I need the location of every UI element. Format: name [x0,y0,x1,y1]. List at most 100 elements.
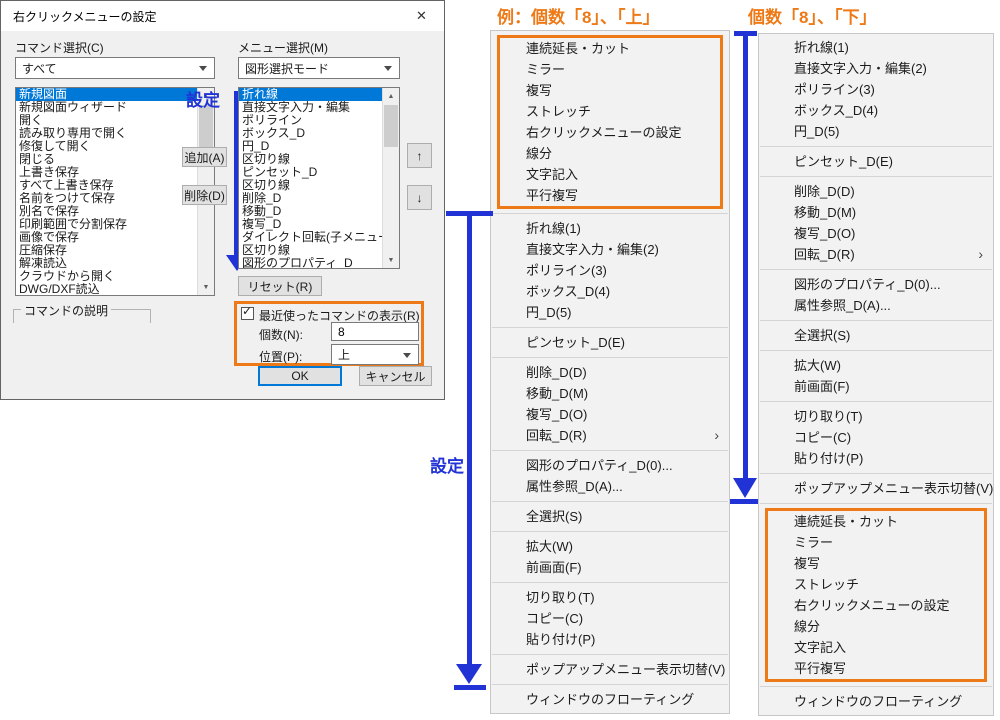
menu-item[interactable]: 直接文字入力・編集(2) [759,58,993,79]
menu-item[interactable]: 折れ線(1) [759,37,993,58]
menu-item[interactable]: ウィンドウのフローティング [491,689,729,710]
menu-item[interactable]: 移動_D(M) [759,202,993,223]
menu-item[interactable]: 円_D(5) [759,121,993,142]
menu-item[interactable]: ポップアップメニュー表示切替(V) [759,478,993,499]
menu-item[interactable]: ボックス_D(4) [491,281,729,302]
move-up-button[interactable]: ↑ [407,143,432,168]
menu-item[interactable]: ポリライン(3) [759,79,993,100]
scroll-down-icon[interactable]: ▼ [198,279,214,295]
scroll-down-icon[interactable]: ▼ [383,252,399,268]
list-item[interactable]: 削除_D [239,192,399,205]
menu-item[interactable]: 削除_D(D) [491,362,729,383]
menu-item[interactable]: 貼り付け(P) [759,448,993,469]
add-button[interactable]: 追加(A) [182,147,227,167]
menu-item[interactable]: 複写 [500,80,720,101]
scroll-up-icon[interactable]: ▲ [383,88,399,104]
list-item[interactable]: 読み取り専用で開く [16,127,214,140]
menu-item[interactable]: 右クリックメニューの設定 [500,122,720,143]
menu-item[interactable]: コピー(C) [491,608,729,629]
list-item[interactable]: 圧縮保存 [16,244,214,257]
list-item[interactable]: 図形のプロパティ_D [239,257,399,269]
list-item[interactable]: 区切り線 [239,153,399,166]
list-item[interactable]: 折れ線 [239,88,399,101]
list-item[interactable]: 別名で保存 [16,205,214,218]
menu-item[interactable]: 連続延長・カット [500,38,720,59]
menu-item[interactable]: ポップアップメニュー表示切替(V) [491,659,729,680]
menu-item[interactable]: 切り取り(T) [491,587,729,608]
list-item[interactable]: 直接文字入力・編集 [239,101,399,114]
menu-item[interactable]: 全選択(S) [491,506,729,527]
cancel-button[interactable]: キャンセル [359,366,432,386]
menu-item[interactable]: 複写 [768,553,984,574]
list-item[interactable]: 画像で保存 [16,231,214,244]
menu-item[interactable]: ボックス_D(4) [759,100,993,121]
menu-item[interactable]: 切り取り(T) [759,406,993,427]
menu-item[interactable]: 平行複写 [500,185,720,206]
list-item[interactable]: 円_D [239,140,399,153]
list-item[interactable]: 新規図面 [16,88,214,101]
delete-button[interactable]: 削除(D) [182,185,227,205]
menu-item[interactable]: 回転_D(R)› [491,425,729,446]
scrollbar-thumb[interactable] [199,105,213,153]
menu-item[interactable]: ミラー [500,59,720,80]
list-item[interactable]: 区切り線 [239,179,399,192]
menu-item[interactable]: 拡大(W) [759,355,993,376]
menu-item[interactable]: 図形のプロパティ_D(0)... [491,455,729,476]
menu-item[interactable]: 文字記入 [768,637,984,658]
menu-item[interactable]: 線分 [768,616,984,637]
menu-item[interactable]: ピンセット_D(E) [759,151,993,172]
menu-item[interactable]: ピンセット_D(E) [491,332,729,353]
list-item[interactable]: 移動_D [239,205,399,218]
list-item[interactable]: クラウドから開く [16,270,214,283]
menu-item[interactable]: ストレッチ [768,574,984,595]
menu-item[interactable]: 右クリックメニューの設定 [768,595,984,616]
menu-item[interactable]: 線分 [500,143,720,164]
list-item[interactable]: 上書き保存 [16,166,214,179]
menu-item[interactable]: 円_D(5) [491,302,729,323]
list-item[interactable]: DWG/DXF読込 [16,283,214,296]
list-item[interactable]: ピンセット_D [239,166,399,179]
list-item[interactable]: 新規図面ウィザード [16,101,214,114]
menu-item[interactable]: 属性参照_D(A)... [759,295,993,316]
reset-button[interactable]: リセット(R) [238,276,322,296]
menu-item[interactable]: 全選択(S) [759,325,993,346]
count-input[interactable] [331,322,419,341]
menu-item[interactable]: 前画面(F) [759,376,993,397]
list-item[interactable]: ダイレクト回転(子メニュー) [239,231,399,244]
menu-item[interactable]: ポリライン(3) [491,260,729,281]
menu-item[interactable]: 拡大(W) [491,536,729,557]
menu-listbox[interactable]: ▲ ▼ 折れ線直接文字入力・編集ポリラインボックス_D円_D区切り線ピンセット_… [238,87,400,269]
menu-select-dropdown[interactable]: 図形選択モード [238,57,400,79]
scrollbar[interactable]: ▲ ▼ [382,88,399,268]
list-item[interactable]: 解凍読込 [16,257,214,270]
menu-item[interactable]: 図形のプロパティ_D(0)... [759,274,993,295]
list-item[interactable]: 開く [16,114,214,127]
menu-item[interactable]: ウィンドウのフローティング [759,691,993,712]
menu-item[interactable]: 前画面(F) [491,557,729,578]
menu-item[interactable]: 折れ線(1) [491,218,729,239]
menu-item[interactable]: コピー(C) [759,427,993,448]
scrollbar-thumb[interactable] [384,105,398,147]
move-down-button[interactable]: ↓ [407,185,432,210]
menu-item[interactable]: 文字記入 [500,164,720,185]
command-select-dropdown[interactable]: すべて [15,57,215,79]
list-item[interactable]: ボックス_D [239,127,399,140]
position-dropdown[interactable]: 上 [331,344,419,365]
list-item[interactable]: 複写_D [239,218,399,231]
menu-item[interactable]: ミラー [768,532,984,553]
menu-item[interactable]: 移動_D(M) [491,383,729,404]
list-item[interactable]: 区切り線 [239,244,399,257]
menu-item[interactable]: 平行複写 [768,658,984,679]
menu-item[interactable]: ストレッチ [500,101,720,122]
menu-item[interactable]: 貼り付け(P) [491,629,729,650]
recent-commands-checkbox[interactable]: ✓ [241,307,254,320]
menu-item[interactable]: 複写_D(O) [759,223,993,244]
list-item[interactable]: ポリライン [239,114,399,127]
menu-item[interactable]: 属性参照_D(A)... [491,476,729,497]
menu-item[interactable]: 直接文字入力・編集(2) [491,239,729,260]
menu-item[interactable]: 削除_D(D) [759,181,993,202]
list-item[interactable]: 印刷範囲で分割保存 [16,218,214,231]
menu-item[interactable]: 連続延長・カット [768,511,984,532]
menu-item[interactable]: 複写_D(O) [491,404,729,425]
close-button[interactable]: ✕ [399,1,444,30]
